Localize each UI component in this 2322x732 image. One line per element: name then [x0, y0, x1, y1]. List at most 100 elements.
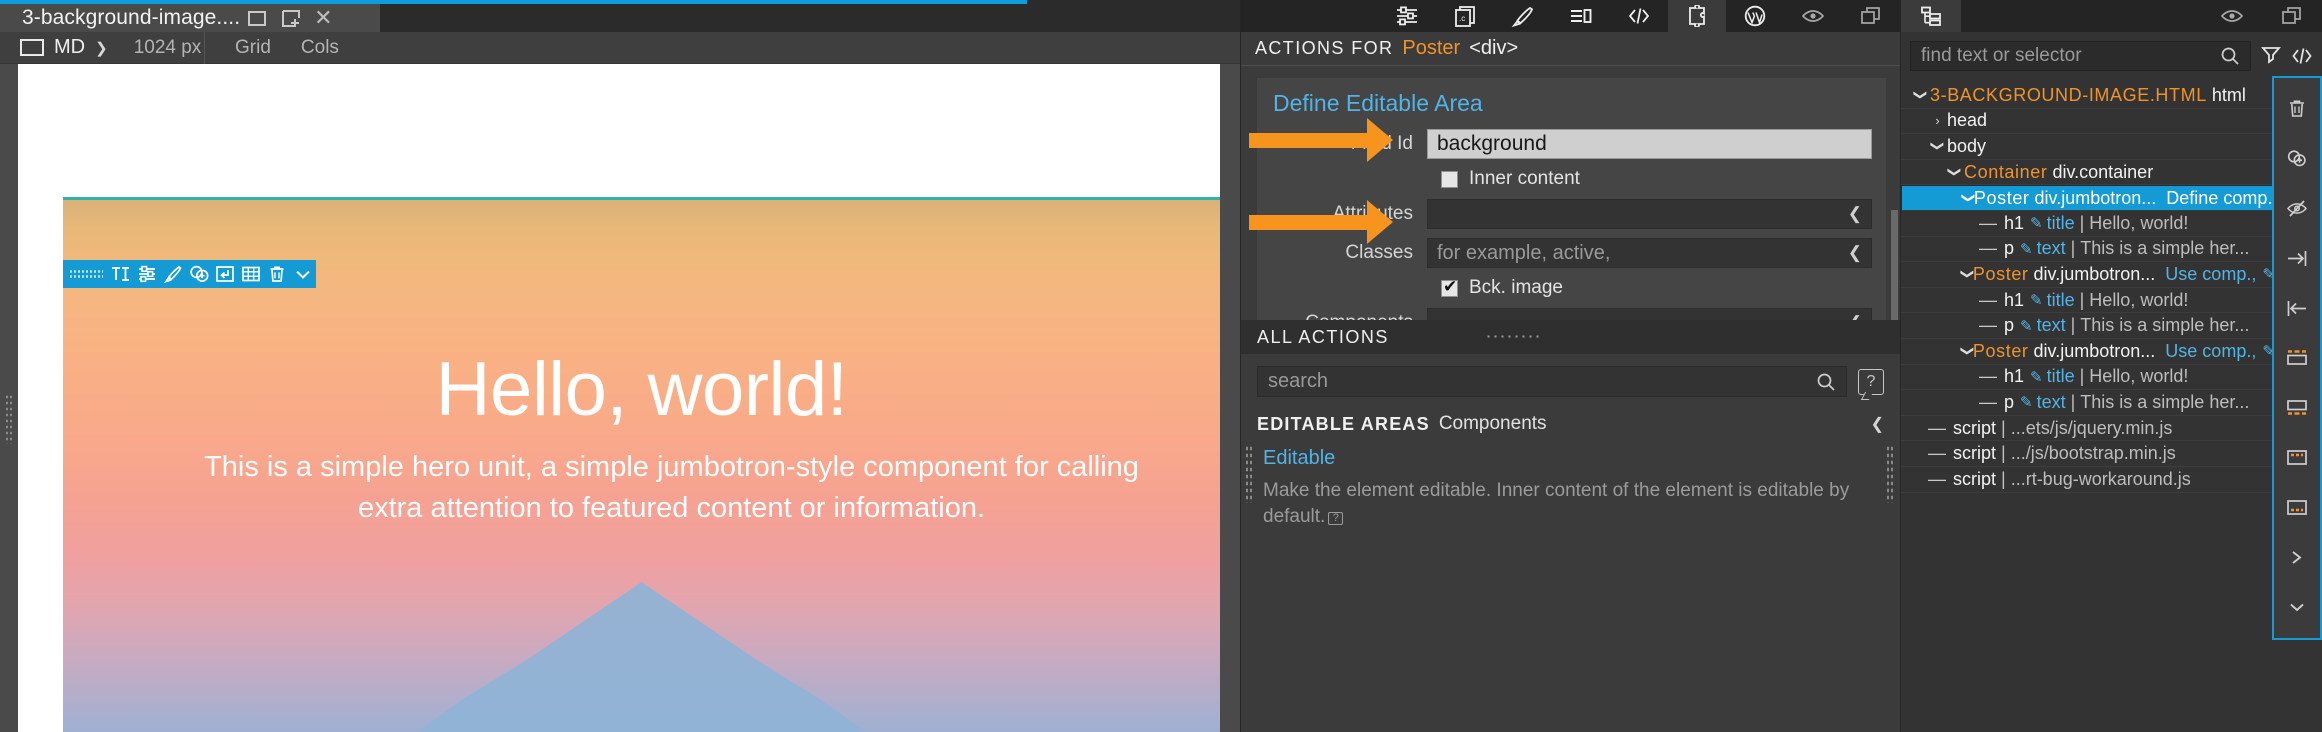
eye-preview-icon[interactable]: [2202, 0, 2262, 32]
dom-tree-row[interactable]: — p ✎ text | This is a simple her...: [1901, 390, 2322, 416]
dom-tree-row[interactable]: — h1 ✎ title | Hello, world!: [1901, 211, 2322, 237]
dom-tree-row[interactable]: — p ✎ text | This is a simple her...: [1901, 313, 2322, 339]
item-drag-dots-left[interactable]: [1245, 445, 1253, 503]
dom-tree-row[interactable]: › head: [1901, 109, 2322, 135]
all-actions-search-input[interactable]: search: [1257, 366, 1847, 397]
pencil-edit-icon[interactable]: ✎: [2020, 317, 2033, 335]
twisty-down-icon[interactable]: ❯: [1913, 86, 1929, 105]
dom-tree-row[interactable]: — script | ...ets/js/jquery.min.js: [1901, 416, 2322, 442]
canvas-resize-handle[interactable]: [5, 394, 13, 444]
dom-node-editable[interactable]: title: [2047, 213, 2075, 234]
twisty-down-icon[interactable]: ❯: [1947, 163, 1963, 182]
duplicate-layers-icon[interactable]: [1842, 0, 1900, 32]
settings-sliders-icon[interactable]: [135, 260, 159, 288]
chevron-down-icon[interactable]: [2280, 592, 2314, 622]
pencil-edit-icon[interactable]: ✎: [2020, 393, 2033, 411]
css-files-icon[interactable]: .c: [1436, 0, 1494, 32]
dom-node-editable[interactable]: text: [2037, 392, 2066, 413]
grid-table-icon[interactable]: [239, 260, 263, 288]
eye-preview-icon[interactable]: [1784, 0, 1842, 32]
dom-tree-row[interactable]: ❯ Container div.container: [1901, 160, 2322, 186]
dom-node-editable[interactable]: title: [2047, 290, 2075, 311]
element-floating-toolbar[interactable]: [63, 260, 316, 288]
dom-node-editable[interactable]: text: [2037, 315, 2066, 336]
move-right-icon[interactable]: [2280, 243, 2314, 273]
copy-icon[interactable]: [2262, 0, 2322, 32]
dom-node-editable[interactable]: title: [2047, 366, 2075, 387]
page-preview[interactable]: Hello, world! This is a simple hero unit…: [18, 64, 1220, 732]
insert-inside-end-icon[interactable]: [2280, 492, 2314, 522]
add-component-icon[interactable]: [187, 260, 211, 288]
dom-node-action[interactable]: Define comp.,: [2166, 188, 2277, 209]
code-tags-icon[interactable]: [1610, 0, 1668, 32]
chevron-down-icon[interactable]: ❮: [1871, 414, 1884, 434]
pencil-edit-icon[interactable]: ✎: [2030, 368, 2043, 386]
dom-tree-list[interactable]: ❯ 3-BACKGROUND-IMAGE.HTML html › head ❯ body ❯…: [1901, 83, 2322, 493]
delete-trash-icon[interactable]: [2280, 94, 2314, 124]
paint-brush-icon[interactable]: [161, 260, 185, 288]
item-drag-dots-right[interactable]: [1886, 445, 1894, 503]
chevron-down-icon[interactable]: [291, 260, 315, 288]
new-window-icon[interactable]: [274, 4, 308, 32]
help-question-icon[interactable]: ?: [1858, 368, 1884, 395]
text-align-icon[interactable]: [1552, 0, 1610, 32]
classes-select[interactable]: for example, active, ❮: [1427, 238, 1872, 268]
drag-handle-dots-icon[interactable]: [63, 260, 109, 288]
sliders-settings-icon[interactable]: [1378, 0, 1436, 32]
editable-item-title[interactable]: Editable: [1263, 447, 1884, 470]
dom-node-action[interactable]: Use comp.,: [2165, 264, 2256, 285]
dom-tree-row[interactable]: — h1 ✎ title | Hello, world!: [1901, 288, 2322, 314]
twisty-down-icon[interactable]: ❯: [1930, 137, 1946, 156]
dom-tree-row[interactable]: ❯Poster div.jumbotron... Define comp.,✎b…: [1901, 185, 2322, 211]
funnel-filter-icon[interactable]: [2260, 45, 2282, 67]
dom-tree-icon[interactable]: [1901, 0, 1961, 32]
dom-tree-row[interactable]: ❯ body: [1901, 134, 2322, 160]
bck-image-checkbox[interactable]: [1441, 277, 1458, 297]
inner-content-row[interactable]: Inner content: [1427, 168, 1872, 190]
breakpoint-selector[interactable]: MD ❯ 1024 px: [0, 31, 205, 64]
cols-toggle[interactable]: Cols: [301, 37, 339, 59]
canvas-viewport[interactable]: Hello, world! This is a simple hero unit…: [0, 64, 1240, 732]
wordpress-icon[interactable]: [1726, 0, 1784, 32]
paint-brush-icon[interactable]: [1494, 0, 1552, 32]
text-tool-icon[interactable]: [109, 260, 133, 288]
pencil-edit-icon[interactable]: ✎: [2030, 214, 2043, 232]
move-left-icon[interactable]: [2280, 293, 2314, 323]
add-component-icon[interactable]: [2280, 144, 2314, 174]
dom-tree-row[interactable]: ❯ 3-BACKGROUND-IMAGE.HTML html: [1901, 83, 2322, 109]
dom-tree-row[interactable]: — p ✎ text | This is a simple her...: [1901, 237, 2322, 263]
dom-tree-row[interactable]: — script | .../js/bootstrap.min.js: [1901, 441, 2322, 467]
twisty-down-icon[interactable]: ❯: [1959, 269, 1975, 280]
dom-node-editable[interactable]: text: [2037, 238, 2066, 259]
twisty-right-icon[interactable]: ›: [1928, 113, 1947, 128]
chevron-down-icon[interactable]: ❯: [95, 39, 108, 57]
dom-tree-row[interactable]: — h1 ✎ title | Hello, world!: [1901, 365, 2322, 391]
restore-window-icon[interactable]: [240, 4, 274, 32]
dom-tree-row[interactable]: — script | ...rt-bug-workaround.js: [1901, 467, 2322, 493]
bck-image-row[interactable]: Bck. image: [1427, 277, 1872, 299]
puzzle-piece-icon[interactable]: [1668, 0, 1726, 32]
pencil-edit-icon[interactable]: ✎: [2030, 291, 2043, 309]
close-icon[interactable]: ✕: [314, 5, 332, 31]
document-tab[interactable]: 3-background-image.... ✕: [0, 4, 380, 32]
field-id-input[interactable]: background: [1427, 129, 1872, 159]
grid-toggle[interactable]: Grid: [235, 37, 271, 59]
dom-node-action[interactable]: Use comp.,: [2165, 341, 2256, 362]
insert-before-icon[interactable]: [2280, 343, 2314, 373]
dom-tree-row[interactable]: ❯Poster div.jumbotron... Use comp.,✎back…: [1901, 339, 2322, 365]
panel-resize-handle[interactable]: [1484, 333, 1541, 341]
attributes-select[interactable]: ❮: [1427, 199, 1872, 229]
hide-eye-icon[interactable]: [2280, 194, 2314, 224]
twisty-down-icon[interactable]: ❯: [1960, 193, 1976, 204]
help-question-icon[interactable]: ?: [1328, 511, 1344, 525]
editable-action-item[interactable]: Editable Make the element editable. Inne…: [1241, 435, 1900, 529]
actions-scrollbar[interactable]: [1891, 210, 1898, 320]
insert-inside-start-icon[interactable]: [2280, 443, 2314, 473]
dom-find-input[interactable]: find text or selector: [1910, 41, 2251, 71]
insert-after-icon[interactable]: [2280, 393, 2314, 423]
dom-tree-row[interactable]: ❯Poster div.jumbotron... Use comp.,✎back…: [1901, 262, 2322, 288]
editable-areas-group-header[interactable]: EDITABLE AREAS Components ❮: [1241, 397, 1900, 435]
pencil-edit-icon[interactable]: ✎: [2020, 240, 2033, 258]
insert-box-icon[interactable]: [213, 260, 237, 288]
code-tags-icon[interactable]: [2291, 45, 2313, 67]
